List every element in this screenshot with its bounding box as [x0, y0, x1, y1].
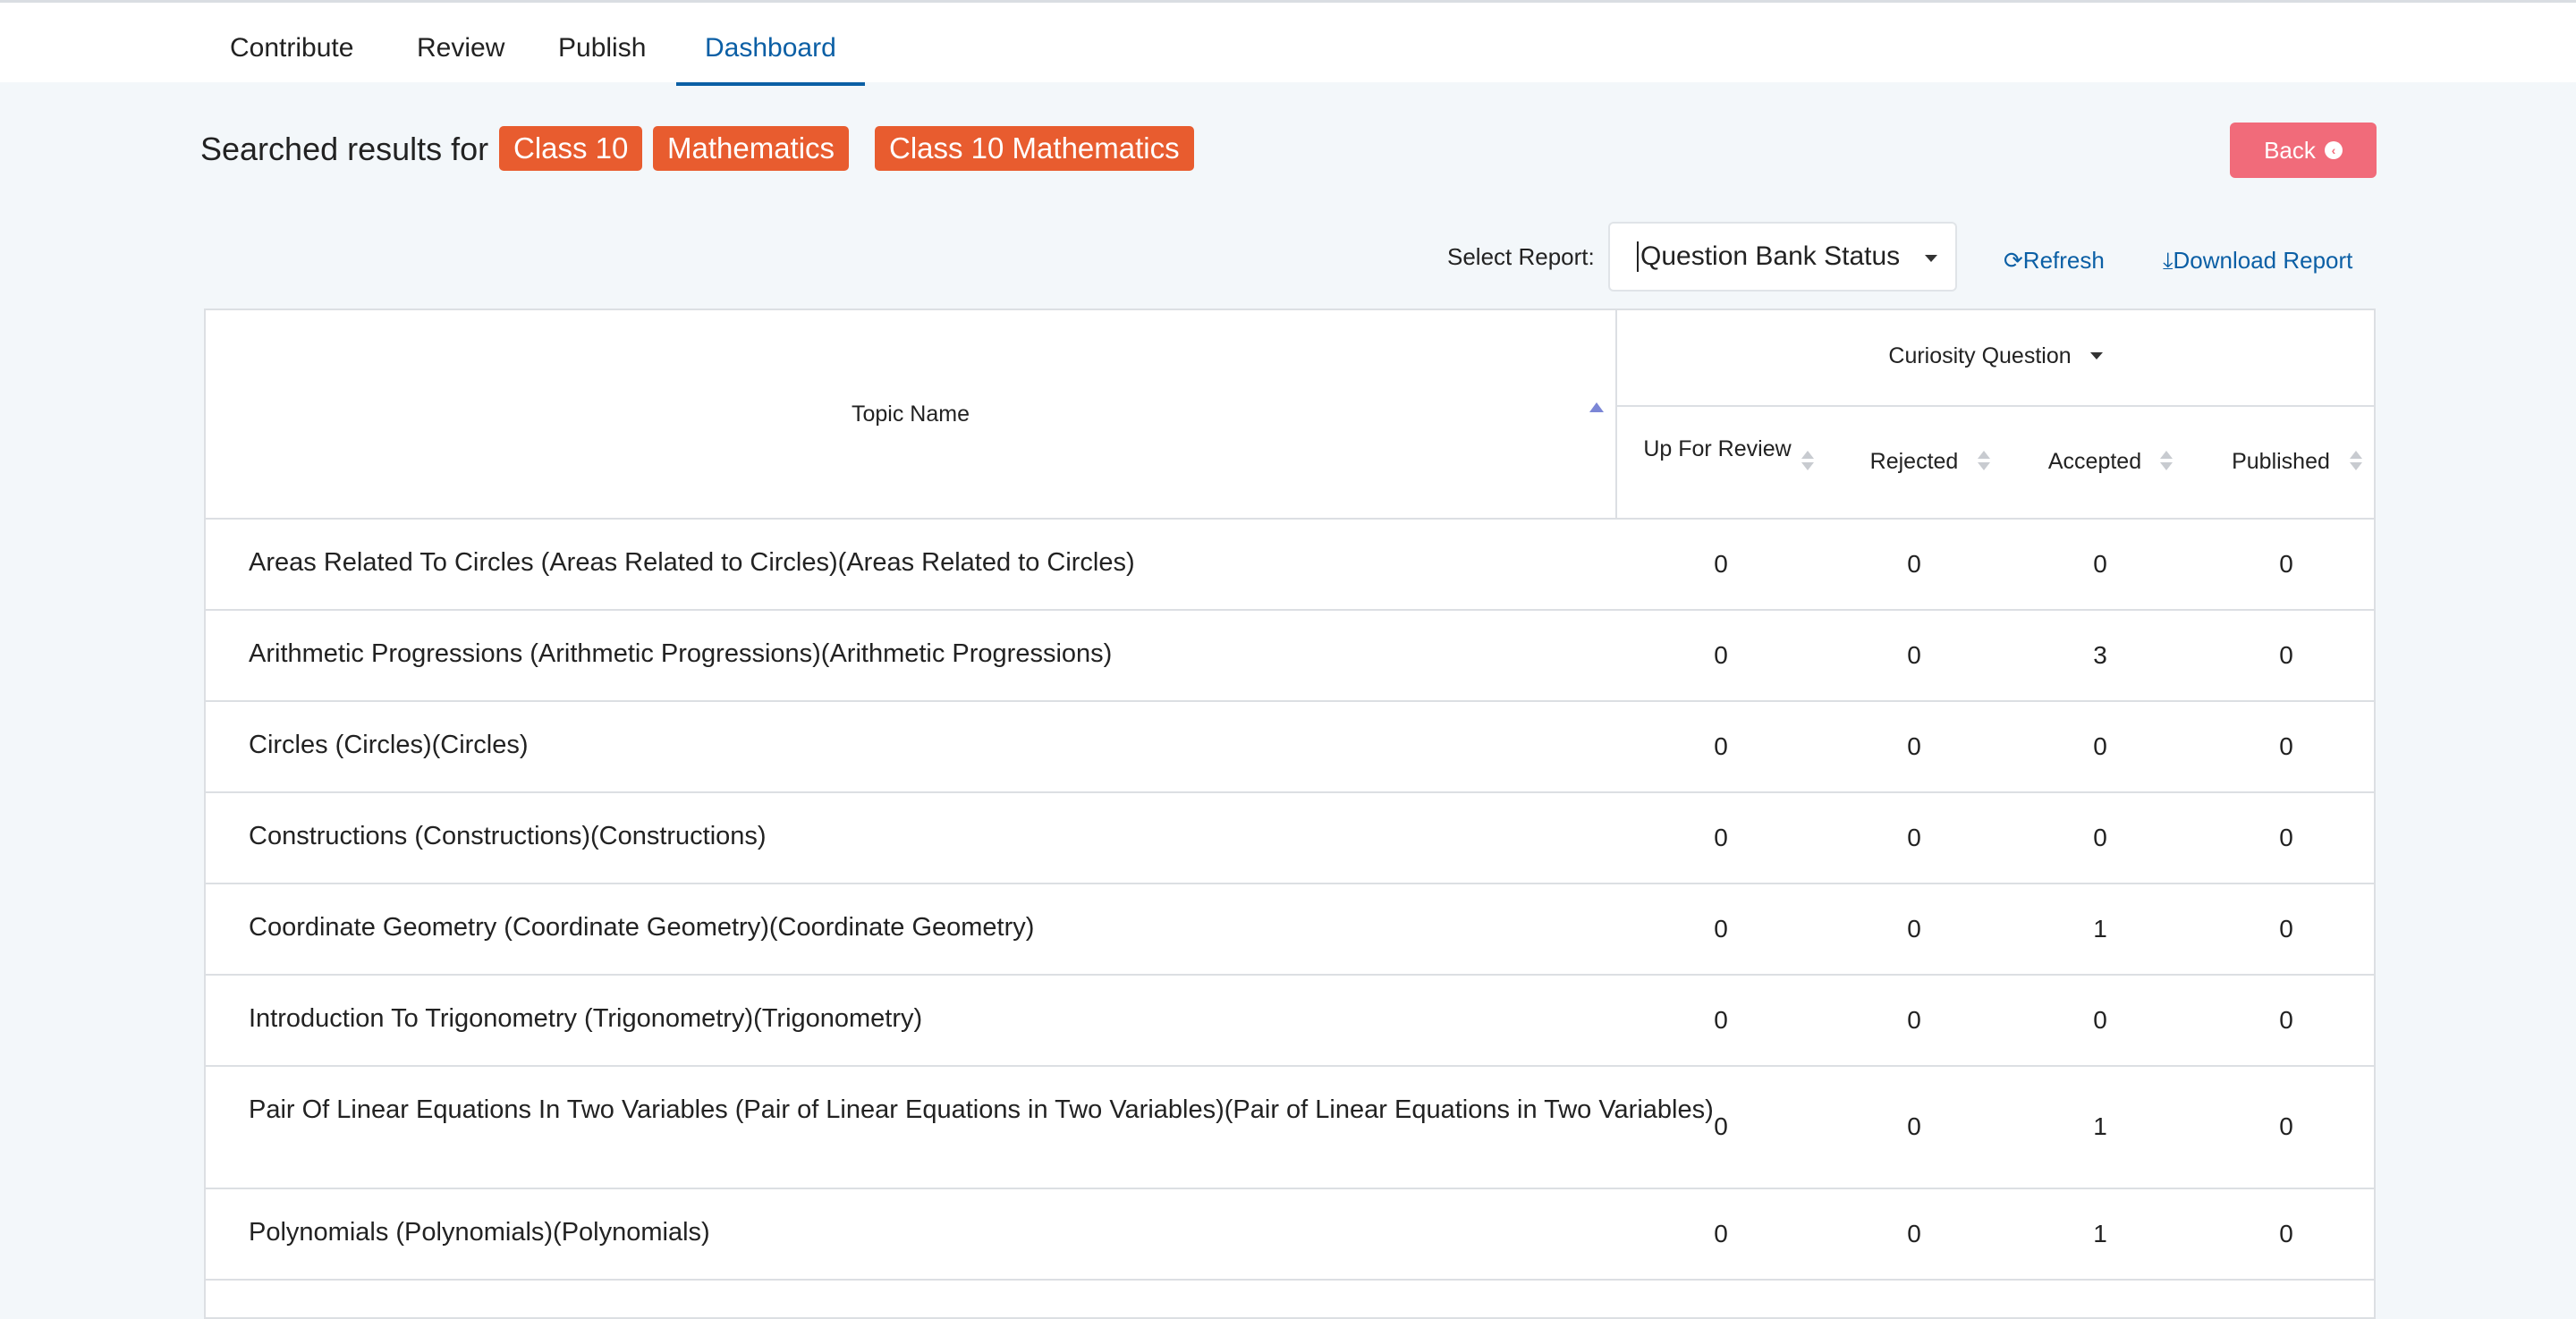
table-row[interactable]: Introduction To Trigonometry (Trigonomet… — [206, 974, 2374, 1065]
topic-cell: Pair Of Linear Equations In Two Variable… — [249, 1095, 1714, 1124]
filter-chip-subject: Mathematics — [653, 126, 850, 171]
topic-cell: Circles (Circles)(Circles) — [249, 731, 529, 759]
report-select-value: Question Bank Status — [1637, 241, 1900, 272]
accepted-cell: 0 — [2093, 824, 2107, 851]
col-header-up-for-review[interactable]: Up For Review — [1628, 435, 1807, 463]
tab-review[interactable]: Review — [417, 3, 504, 85]
sort-icon[interactable] — [2350, 451, 2362, 470]
rejected-cell: 0 — [1907, 1112, 1921, 1140]
accepted-cell: 1 — [2093, 1220, 2107, 1247]
accepted-cell: 1 — [2093, 915, 2107, 943]
table-row[interactable]: Coordinate Geometry (Coordinate Geometry… — [206, 883, 2374, 974]
tab-publish[interactable]: Publish — [558, 3, 646, 85]
rejected-cell: 0 — [1907, 1220, 1921, 1247]
sort-icon[interactable] — [1978, 451, 1990, 470]
rejected-cell: 0 — [1907, 1006, 1921, 1034]
col-header-accepted[interactable]: Accepted — [2005, 449, 2184, 475]
searched-results-label: Searched results for — [200, 131, 489, 167]
report-select[interactable]: Question Bank Status — [1608, 222, 1957, 292]
curiosity-question-label: Curiosity Question — [1888, 343, 2072, 368]
select-report-label: Select Report: — [1447, 243, 1595, 270]
table-row[interactable]: Areas Related To Circles (Areas Related … — [206, 518, 2374, 609]
up-for-review-cell: 0 — [1714, 1220, 1728, 1247]
rejected-cell: 0 — [1907, 641, 1921, 669]
back-button-label: Back — [2264, 136, 2316, 164]
rejected-cell: 0 — [1907, 915, 1921, 943]
table-row[interactable]: Arithmetic Progressions (Arithmetic Prog… — [206, 609, 2374, 700]
up-for-review-cell: 0 — [1714, 732, 1728, 760]
header-divider — [1615, 310, 1617, 518]
download-icon: ⤓ — [2163, 247, 2174, 274]
chevron-down-icon — [2089, 352, 2103, 359]
col-header-published[interactable]: Published — [2191, 449, 2370, 475]
chevron-down-icon — [1925, 255, 1937, 262]
table-row[interactable]: Pair Of Linear Equations In Two Variable… — [206, 1065, 2374, 1188]
published-cell: 0 — [2279, 550, 2293, 578]
refresh-icon: ⟳ — [2004, 247, 2023, 274]
col-header-rejected[interactable]: Rejected — [1825, 449, 2004, 475]
group-header-divider — [1617, 405, 2374, 407]
tab-contribute[interactable]: Contribute — [230, 3, 353, 85]
up-for-review-cell: 0 — [1714, 1112, 1728, 1140]
table-row[interactable] — [206, 1279, 2374, 1315]
back-button[interactable]: Back ‹ — [2230, 123, 2377, 178]
filter-chip-class: Class 10 — [499, 126, 643, 171]
topic-cell: Coordinate Geometry (Coordinate Geometry… — [249, 913, 1035, 942]
rejected-cell: 0 — [1907, 550, 1921, 578]
up-for-review-cell: 0 — [1714, 915, 1728, 943]
sort-icon[interactable] — [2160, 451, 2173, 470]
topic-name-header[interactable]: Topic Name — [206, 402, 1615, 427]
curiosity-question-header[interactable]: Curiosity Question — [1617, 343, 2374, 369]
up-for-review-cell: 0 — [1714, 550, 1728, 578]
tab-dashboard[interactable]: Dashboard — [705, 3, 836, 85]
accepted-cell: 0 — [2093, 550, 2107, 578]
top-nav-bar: Contribute Review Publish Dashboard — [0, 0, 2576, 86]
accepted-cell: 3 — [2093, 641, 2107, 669]
published-cell: 0 — [2279, 915, 2293, 943]
topic-cell: Polynomials (Polynomials)(Polynomials) — [249, 1218, 710, 1247]
rejected-cell: 0 — [1907, 732, 1921, 760]
filter-chip-class-subject: Class 10 Mathematics — [875, 126, 1194, 171]
chevron-left-circle-icon: ‹ — [2324, 141, 2343, 159]
published-cell: 0 — [2279, 641, 2293, 669]
download-report-button[interactable]: ⤓Download Report — [2163, 247, 2352, 275]
topic-cell: Arithmetic Progressions (Arithmetic Prog… — [249, 639, 1113, 668]
refresh-label: Refresh — [2022, 247, 2105, 274]
download-report-label: Download Report — [2173, 247, 2353, 274]
rejected-cell: 0 — [1907, 824, 1921, 851]
topic-cell: Areas Related To Circles (Areas Related … — [249, 548, 1135, 577]
published-cell: 0 — [2279, 1112, 2293, 1140]
accepted-cell: 0 — [2093, 732, 2107, 760]
published-cell: 0 — [2279, 824, 2293, 851]
topic-cell: Constructions (Constructions)(Constructi… — [249, 822, 767, 850]
up-for-review-cell: 0 — [1714, 641, 1728, 669]
topic-cell: Introduction To Trigonometry (Trigonomet… — [249, 1004, 923, 1033]
table-row[interactable]: Polynomials (Polynomials)(Polynomials) 0… — [206, 1188, 2374, 1279]
accepted-cell: 1 — [2093, 1112, 2107, 1140]
published-cell: 0 — [2279, 1220, 2293, 1247]
report-table: Topic Name Curiosity Question Up For Rev… — [204, 309, 2376, 1319]
up-for-review-cell: 0 — [1714, 824, 1728, 851]
table-row[interactable]: Constructions (Constructions)(Constructi… — [206, 791, 2374, 883]
up-for-review-cell: 0 — [1714, 1006, 1728, 1034]
published-cell: 0 — [2279, 1006, 2293, 1034]
published-cell: 0 — [2279, 732, 2293, 760]
refresh-button[interactable]: ⟳Refresh — [2004, 247, 2105, 275]
sort-icon[interactable] — [1801, 451, 1814, 470]
active-tab-indicator — [676, 82, 865, 86]
accepted-cell: 0 — [2093, 1006, 2107, 1034]
table-row[interactable]: Circles (Circles)(Circles) 0 0 0 0 — [206, 700, 2374, 791]
sort-ascending-icon[interactable] — [1589, 402, 1604, 412]
